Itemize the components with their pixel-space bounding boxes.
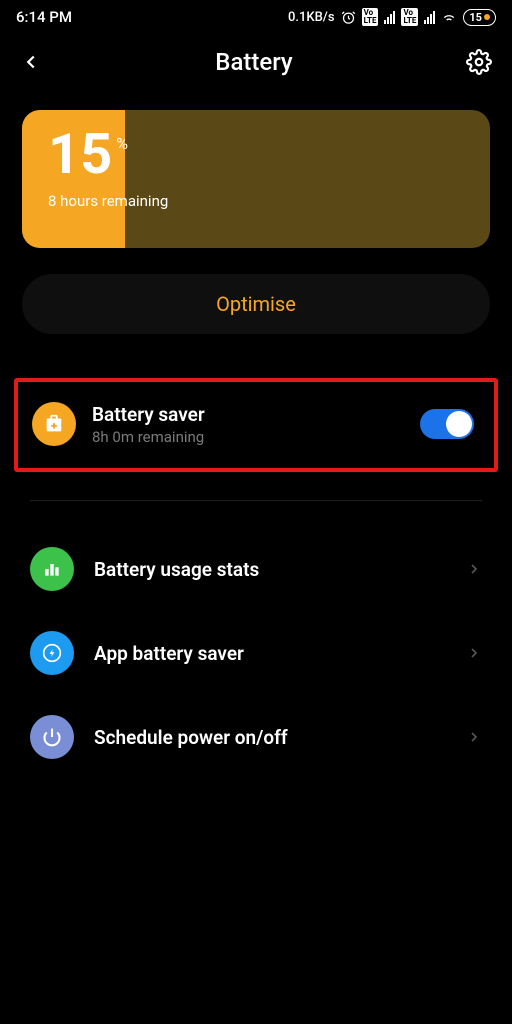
saver-subtitle: 8h 0m remaining	[92, 428, 404, 446]
signal-icon	[424, 11, 435, 24]
row-title: App battery saver	[94, 642, 446, 665]
highlight-box: Battery saver 8h 0m remaining	[14, 378, 498, 472]
alarm-icon	[341, 10, 356, 25]
status-right: 0.1KB/s VoLTE VoLTE 15	[288, 8, 496, 26]
page-title: Battery	[42, 48, 466, 76]
power-icon	[30, 715, 74, 759]
bars-icon	[30, 547, 74, 591]
lte-badge-icon: VoLTE	[362, 8, 379, 26]
row-schedule-power[interactable]: Schedule power on/off	[30, 695, 482, 779]
settings-list: Battery usage stats App battery saver Sc…	[0, 527, 512, 779]
status-speed: 0.1KB/s	[288, 10, 335, 25]
wifi-icon	[441, 9, 457, 25]
percent-symbol: %	[116, 134, 128, 153]
battery-indicator-icon: 15	[463, 9, 496, 26]
row-app-battery-saver[interactable]: App battery saver	[30, 611, 482, 695]
bolt-icon	[30, 631, 74, 675]
row-battery-usage[interactable]: Battery usage stats	[30, 527, 482, 611]
chevron-right-icon	[466, 561, 482, 577]
saver-toggle[interactable]	[420, 409, 474, 439]
settings-icon[interactable]	[466, 49, 492, 75]
battery-percent: 15	[48, 126, 112, 182]
optimise-button[interactable]: Optimise	[22, 274, 490, 334]
status-time: 6:14 PM	[16, 8, 72, 26]
row-title: Battery usage stats	[94, 558, 446, 581]
divider	[30, 500, 482, 501]
saver-title: Battery saver	[92, 403, 404, 426]
battery-remaining: 8 hours remaining	[48, 192, 168, 210]
chevron-right-icon	[466, 645, 482, 661]
signal-icon	[384, 11, 395, 24]
medkit-icon	[32, 402, 76, 446]
battery-card: 15% 8 hours remaining	[22, 110, 490, 248]
app-header: Battery	[0, 34, 512, 96]
back-icon[interactable]	[20, 51, 42, 73]
battery-saver-row[interactable]: Battery saver 8h 0m remaining	[32, 402, 474, 446]
chevron-right-icon	[466, 729, 482, 745]
row-title: Schedule power on/off	[94, 726, 446, 749]
status-bar: 6:14 PM 0.1KB/s VoLTE VoLTE 15	[0, 0, 512, 34]
lte-badge-icon: VoLTE	[401, 8, 418, 26]
